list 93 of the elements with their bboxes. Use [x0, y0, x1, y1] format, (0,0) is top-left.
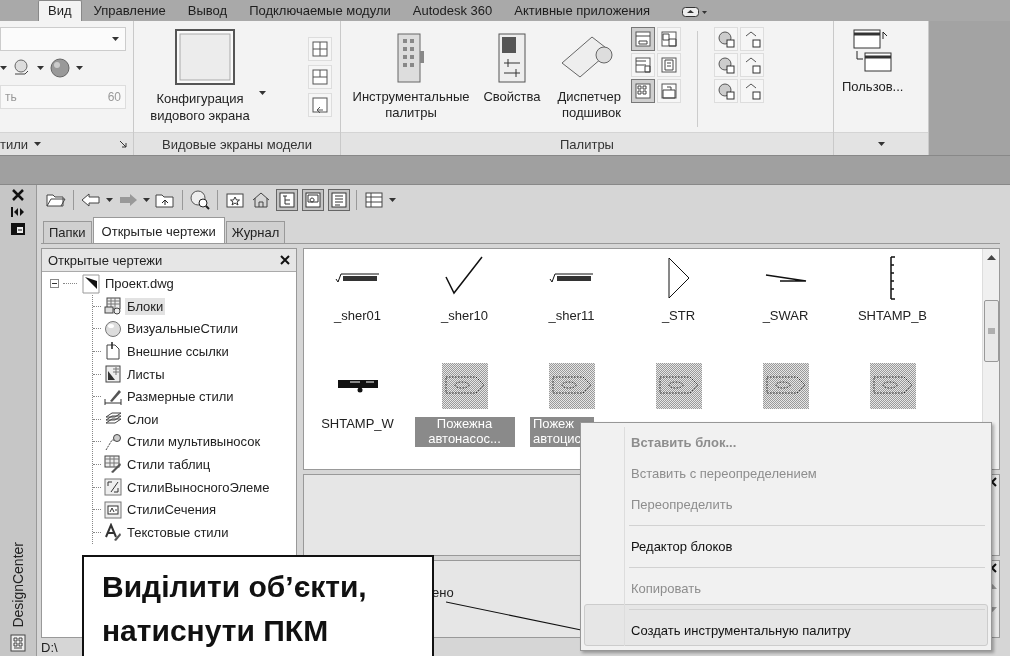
tree-item[interactable]: Стили мультивыносок — [125, 433, 263, 451]
viewport-configuration-button[interactable]: Конфигурация видового экрана — [142, 27, 268, 126]
sphere-icon[interactable] — [13, 59, 31, 77]
ribbon-tab[interactable]: Вид — [38, 0, 82, 21]
views-icon[interactable] — [363, 189, 385, 211]
palette-tab[interactable]: Журнал — [225, 221, 286, 243]
palette-toggle-button[interactable] — [631, 27, 655, 51]
section-icon — [104, 500, 122, 519]
caret-icon — [259, 91, 266, 96]
caret-icon — [389, 198, 396, 202]
block-name: _SWAR — [761, 309, 810, 324]
description-toggle[interactable] — [328, 189, 350, 211]
properties-icon[interactable] — [11, 223, 25, 235]
palette-toggle-button[interactable] — [631, 79, 655, 103]
panel-title: тили — [0, 136, 29, 152]
leader-icon — [104, 432, 122, 451]
tree-item[interactable]: СтилиСечения — [125, 501, 219, 519]
caret-icon — [877, 142, 885, 146]
tree-item[interactable]: Проект.dwg — [105, 276, 174, 291]
palette-tab[interactable]: Открытые чертежи — [92, 217, 225, 243]
ribbon-tab[interactable]: Вывод — [177, 0, 238, 21]
block-name: _sher10 — [439, 309, 489, 324]
palette-title: DesignCenter — [10, 542, 26, 628]
viewport-icon[interactable] — [308, 64, 332, 89]
caret-icon — [76, 66, 83, 70]
table-icon — [104, 297, 122, 316]
caret-icon — [37, 66, 44, 70]
preview-toggle[interactable] — [302, 189, 324, 211]
views-icon[interactable] — [10, 634, 26, 652]
tree-item[interactable]: Слои — [125, 410, 161, 428]
panel-title: Видовые экраны модели — [162, 136, 312, 152]
sphere-icon[interactable] — [50, 58, 70, 78]
caret-icon — [0, 66, 7, 70]
viewport-frame-icon — [175, 29, 235, 86]
scrollbar-thumb[interactable] — [983, 300, 999, 362]
tree-view-toggle[interactable] — [276, 189, 298, 211]
block-name: _sher11 — [547, 309, 596, 324]
palette-tool-icon[interactable] — [740, 79, 764, 103]
tree-item[interactable]: Размерные стили — [125, 388, 236, 406]
block-name: _STR — [660, 309, 697, 324]
viewport-icon[interactable] — [308, 36, 332, 61]
block-name: Пожежна автонасос... — [414, 417, 515, 447]
dropdown-field[interactable] — [0, 27, 126, 51]
tree-item[interactable]: Листы — [125, 365, 167, 383]
palette-tool-icon[interactable] — [740, 27, 764, 51]
caret-icon — [34, 142, 42, 146]
tree-item[interactable]: Текстовые стили — [125, 523, 231, 541]
tree-title: Открытые чертежи — [48, 252, 163, 268]
panel-toggle-icon[interactable] — [682, 7, 709, 17]
search-icon[interactable] — [189, 189, 211, 211]
table-icon — [104, 455, 122, 474]
palette-tool-icon[interactable] — [740, 53, 764, 77]
caret-icon — [106, 198, 113, 202]
palette-tool-icon[interactable] — [714, 27, 738, 51]
callout-box: Виділити об’єкти, натиснути ПКМ — [82, 555, 434, 656]
palette-icon — [396, 33, 426, 83]
block-name: SHTAMP_B — [856, 309, 929, 324]
ribbon-tab[interactable]: Активные приложения — [504, 0, 661, 21]
tree-item[interactable]: ВизуальныеСтили — [125, 320, 240, 338]
tree-item[interactable]: Стили таблиц — [125, 455, 213, 473]
palette-button[interactable]: Свойства — [479, 31, 545, 108]
dimension-icon — [104, 387, 122, 406]
panel-title: Палитры — [560, 136, 614, 152]
auto-hide-icon[interactable] — [11, 207, 25, 217]
text-arrows-icon — [104, 478, 122, 497]
tree-item[interactable]: Блоки — [125, 297, 166, 315]
switch-windows-icon — [852, 29, 893, 73]
palette-tab[interactable]: Папки — [43, 221, 92, 243]
drawing-file-icon — [81, 272, 101, 295]
block-name: SHTAMP_W — [320, 417, 395, 432]
palette-tool-icon[interactable] — [714, 53, 738, 77]
palette-button[interactable]: Инструментальные палитры — [351, 31, 471, 124]
palette-tool-icon[interactable] — [714, 79, 738, 103]
scroll-up-icon[interactable] — [986, 254, 996, 260]
sphere-icon — [104, 319, 122, 338]
tree-item[interactable]: Внешние ссылки — [125, 343, 231, 360]
caret-icon — [143, 198, 150, 202]
ribbon-tab[interactable]: Подключаемые модули — [239, 0, 401, 21]
block-name: _sher01 — [332, 309, 382, 324]
sheet-icon — [104, 365, 122, 384]
launcher-arrow-icon[interactable] — [119, 140, 127, 148]
tree-item[interactable]: СтилиВыносногоЭлеме — [125, 478, 272, 496]
document-icon — [104, 342, 122, 361]
caret-icon — [112, 37, 119, 41]
ribbon-tab[interactable]: Autodesk 360 — [402, 0, 503, 21]
viewport-icon[interactable] — [308, 92, 332, 117]
status-path: D:\ — [41, 639, 58, 655]
pen-icon — [104, 523, 122, 542]
menu-item[interactable]: Создать инструментальную палитру — [584, 604, 988, 646]
collapse-icon[interactable] — [50, 279, 59, 288]
ribbon-tab[interactable]: Управление — [83, 0, 176, 21]
palette-button[interactable]: Диспетчер подшивок — [553, 31, 623, 124]
properties-icon — [498, 33, 526, 83]
